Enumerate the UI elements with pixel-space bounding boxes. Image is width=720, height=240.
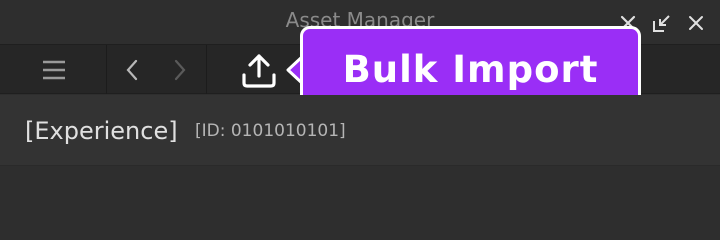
forward-button[interactable] [160, 45, 200, 94]
menu-icon [42, 59, 66, 81]
menu-button[interactable] [28, 45, 80, 94]
back-arrow-icon [125, 58, 139, 82]
experience-name: [Experience] [25, 117, 178, 145]
dock-icon[interactable] [651, 12, 673, 34]
toolbar-divider [106, 45, 107, 94]
experience-info-row: [Experience] [ID: 0101010101] [0, 95, 720, 166]
close-icon[interactable] [685, 12, 707, 34]
forward-arrow-icon [173, 58, 187, 82]
toolbar-divider [206, 45, 207, 94]
callout-text: Bulk Import [342, 48, 599, 91]
bulk-import-button[interactable] [234, 45, 284, 94]
upload-icon [239, 50, 279, 90]
back-button[interactable] [112, 45, 152, 94]
experience-id: [ID: 0101010101] [195, 121, 346, 141]
